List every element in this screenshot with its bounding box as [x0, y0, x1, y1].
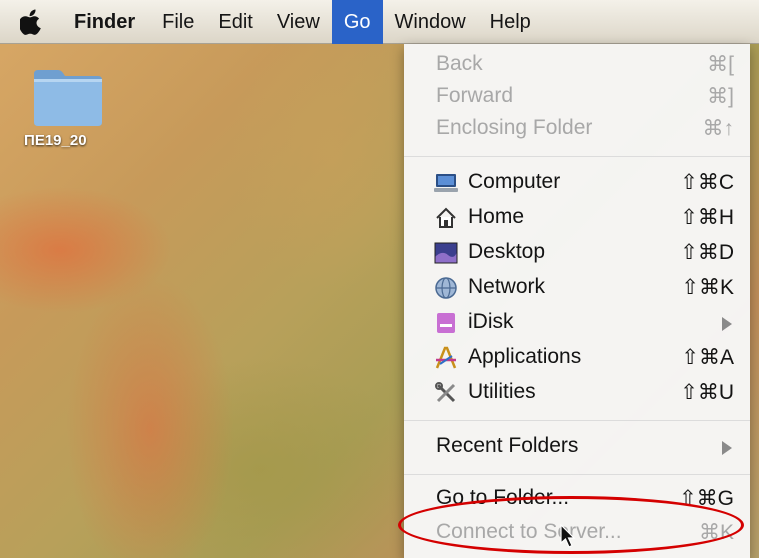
- menu-item-label: iDisk: [468, 310, 514, 333]
- menu-finder[interactable]: Finder: [60, 0, 150, 44]
- menu-item-recent-folders[interactable]: Recent Folders: [404, 430, 750, 464]
- menu-help[interactable]: Help: [478, 0, 543, 44]
- desktop-folder[interactable]: ΠΕ19_20: [20, 66, 120, 149]
- menu-item-label: Back: [436, 52, 483, 75]
- menu-item-shortcut: ⌘]: [707, 85, 734, 108]
- menu-item-label: Computer: [468, 170, 561, 193]
- menu-item-forward[interactable]: Forward ⌘]: [404, 80, 750, 114]
- menu-item-label: Applications: [468, 345, 582, 368]
- applications-icon: [432, 345, 460, 371]
- menu-item-label: Home: [468, 205, 525, 228]
- menu-item-label: Recent Folders: [436, 434, 579, 457]
- menu-item-shortcut: ⇧⌘A: [681, 346, 734, 369]
- menu-item-desktop[interactable]: Desktop ⇧⌘D: [404, 236, 750, 270]
- submenu-arrow-icon: [722, 317, 732, 331]
- go-menu-dropdown: Back ⌘[ Forward ⌘] Enclosing Folder ⌘↑ C…: [404, 44, 750, 558]
- home-icon: [432, 205, 460, 231]
- menu-item-back[interactable]: Back ⌘[: [404, 48, 750, 82]
- apple-menu-icon[interactable]: [20, 9, 44, 35]
- computer-icon: [432, 170, 460, 196]
- idisk-icon: [432, 310, 460, 336]
- menu-bar: Finder File Edit View Go Window Help: [0, 0, 759, 44]
- menu-item-shortcut: ⇧⌘D: [680, 241, 734, 264]
- menu-item-network[interactable]: Network ⇧⌘K: [404, 271, 750, 305]
- menu-separator: [404, 420, 750, 421]
- menu-item-home[interactable]: Home ⇧⌘H: [404, 201, 750, 235]
- menu-item-shortcut: ⌘[: [707, 53, 734, 76]
- menu-item-label: Desktop: [468, 240, 546, 263]
- mouse-cursor-icon: [560, 523, 576, 553]
- desktop-icon: [432, 240, 460, 266]
- menu-window[interactable]: Window: [383, 0, 478, 44]
- menu-item-shortcut: ⇧⌘K: [681, 276, 734, 299]
- menu-item-label: Network: [468, 275, 546, 298]
- menu-item-label: Utilities: [468, 380, 536, 403]
- menu-item-label: Enclosing Folder: [436, 116, 593, 139]
- menu-item-shortcut: ⇧⌘H: [680, 206, 734, 229]
- menu-separator: [404, 474, 750, 475]
- menu-view[interactable]: View: [265, 0, 332, 44]
- menu-edit[interactable]: Edit: [206, 0, 264, 44]
- network-icon: [432, 275, 460, 301]
- menu-separator: [404, 156, 750, 157]
- menu-item-shortcut: ⇧⌘U: [680, 381, 734, 404]
- menu-item-idisk[interactable]: iDisk: [404, 306, 750, 340]
- menu-item-enclosing-folder[interactable]: Enclosing Folder ⌘↑: [404, 112, 750, 146]
- menu-item-applications[interactable]: Applications ⇧⌘A: [404, 341, 750, 375]
- menu-item-utilities[interactable]: Utilities ⇧⌘U: [404, 376, 750, 410]
- menu-item-computer[interactable]: Computer ⇧⌘C: [404, 166, 750, 200]
- menu-file[interactable]: File: [150, 0, 206, 44]
- submenu-arrow-icon: [722, 441, 732, 455]
- menu-item-shortcut: ⇧⌘C: [680, 171, 734, 194]
- menu-item-shortcut: ⌘↑: [702, 117, 735, 140]
- folder-label: ΠΕ19_20: [24, 132, 87, 149]
- menu-go[interactable]: Go: [331, 0, 383, 44]
- folder-icon: [34, 70, 102, 126]
- menu-item-label: Forward: [436, 84, 514, 107]
- utilities-icon: [432, 380, 460, 406]
